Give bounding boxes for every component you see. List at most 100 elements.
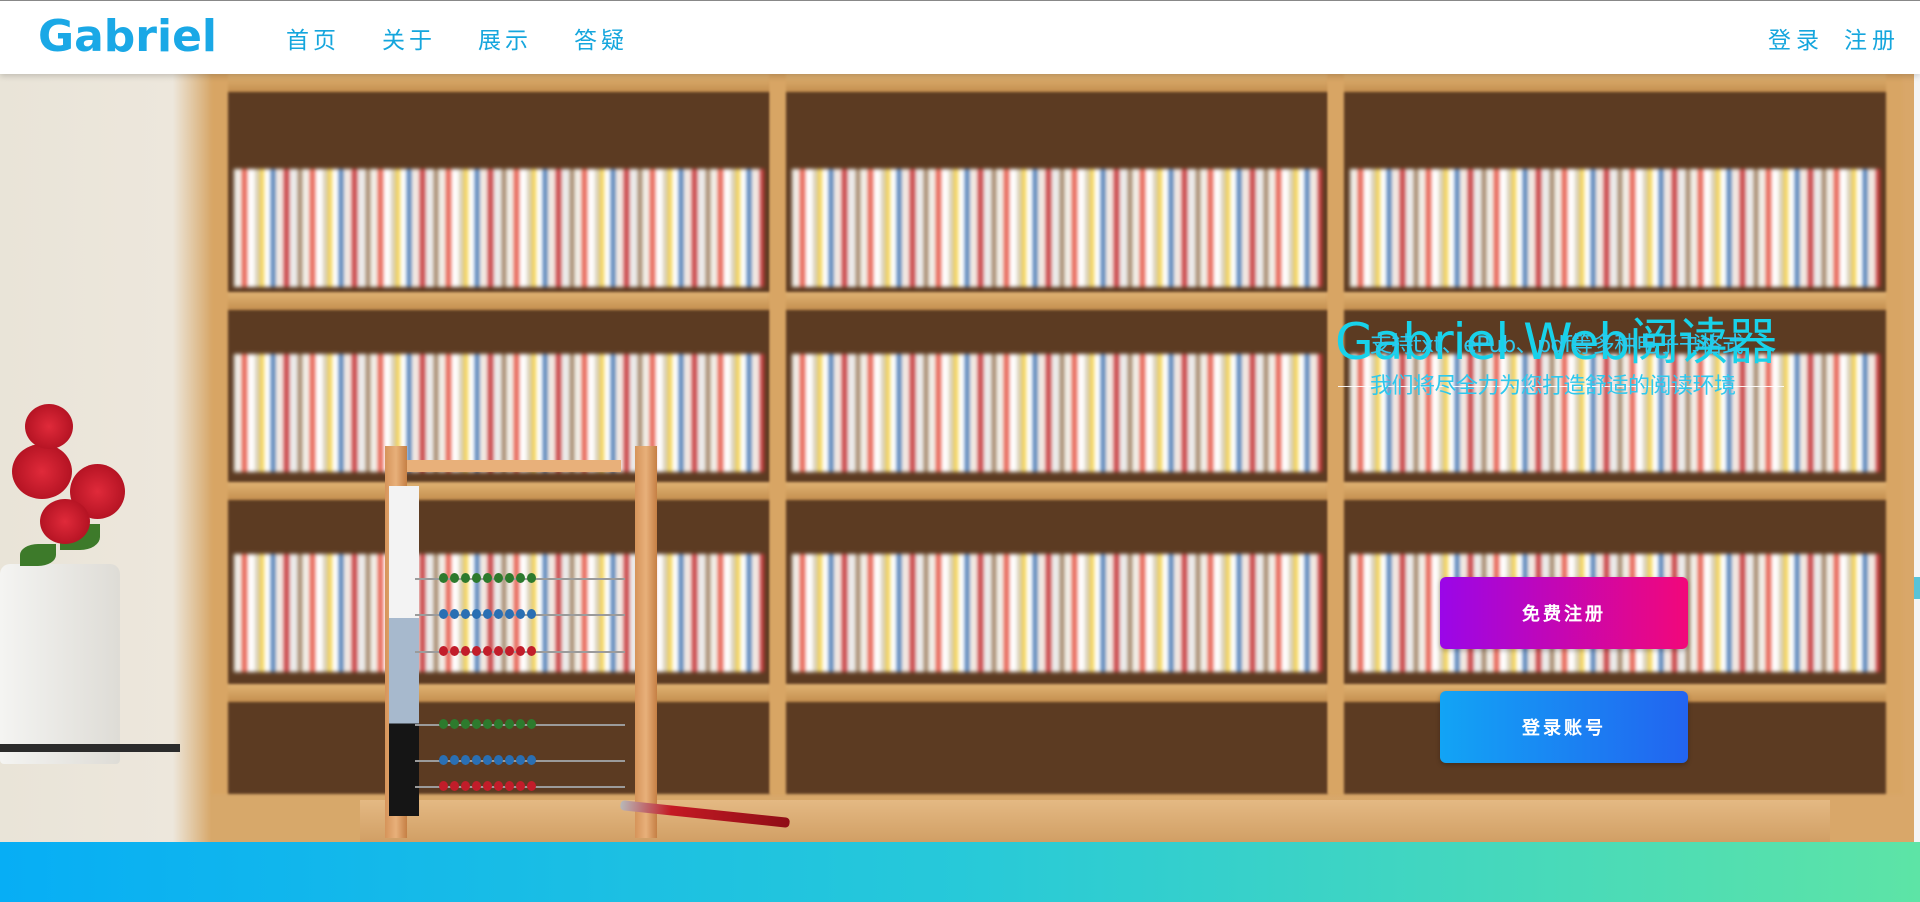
hero-subtitle-line1: 支持txt、ePub、pdf等多种电子书格式: [1370, 333, 1744, 358]
bookshelf-middle: [770, 74, 1344, 794]
shelf-board: [786, 292, 1328, 310]
abacus-top-bar: [407, 460, 621, 472]
bead: [505, 609, 514, 619]
bead: [483, 719, 492, 729]
bead: [527, 609, 536, 619]
bead: [450, 609, 459, 619]
bead: [439, 719, 448, 729]
bead-row: [415, 609, 625, 619]
bead: [439, 755, 448, 765]
rose: [12, 444, 72, 499]
shelf-board: [228, 74, 770, 92]
shelf-board: [786, 684, 1328, 702]
bead: [516, 646, 525, 656]
shelf-board: [1344, 482, 1886, 500]
login-account-button[interactable]: 登录账号: [1440, 691, 1688, 763]
nav-showcase-link[interactable]: 展示: [478, 21, 532, 55]
bead: [461, 781, 470, 791]
bead: [516, 573, 525, 583]
bead: [483, 609, 492, 619]
bead: [516, 781, 525, 791]
bead-row: [415, 781, 625, 791]
bead: [461, 609, 470, 619]
bead: [450, 573, 459, 583]
bead: [527, 646, 536, 656]
bead: [494, 573, 503, 583]
bead: [472, 719, 481, 729]
side-table: [0, 744, 180, 842]
auth-links: 登录 注册: [1768, 21, 1900, 55]
bead-row: [415, 646, 625, 656]
bead: [505, 646, 514, 656]
bead: [450, 719, 459, 729]
plant-decoration: [0, 174, 180, 764]
bead: [527, 573, 536, 583]
hero-subtitle-line2: 我们将尽全力为您打造舒适的阅读环境: [1370, 374, 1736, 399]
bead: [505, 573, 514, 583]
bead: [516, 755, 525, 765]
leaf: [20, 544, 56, 566]
bead: [472, 755, 481, 765]
bead: [494, 719, 503, 729]
scrollbar[interactable]: [1914, 74, 1920, 842]
bead: [483, 573, 492, 583]
bead: [516, 609, 525, 619]
rose: [40, 499, 90, 544]
login-link[interactable]: 登录: [1768, 21, 1824, 55]
books-row: [792, 554, 1322, 672]
bead: [439, 573, 448, 583]
bead: [527, 719, 536, 729]
bead: [461, 719, 470, 729]
books-row: [792, 169, 1322, 287]
free-register-button[interactable]: 免费注册: [1440, 577, 1688, 649]
bead: [450, 781, 459, 791]
bead: [494, 609, 503, 619]
nav-faq-link[interactable]: 答疑: [574, 21, 628, 55]
top-navbar: Gabriel 首页 关于 展示 答疑 登录 注册: [0, 1, 1920, 74]
bead: [527, 755, 536, 765]
register-link[interactable]: 注册: [1844, 21, 1900, 55]
bead: [461, 573, 470, 583]
bead: [450, 646, 459, 656]
bead: [472, 573, 481, 583]
bead: [472, 646, 481, 656]
main-nav: 首页 关于 展示 答疑: [286, 21, 628, 55]
hero-section: Gabriel Web阅读器 支持txt、ePub、pdf等多种电子书格式 我们…: [0, 74, 1920, 842]
scrollbar-thumb[interactable]: [1914, 577, 1920, 599]
bead-row: [415, 755, 625, 765]
bead: [439, 781, 448, 791]
shelf-board: [786, 74, 1328, 92]
bead: [505, 755, 514, 765]
bead: [505, 781, 514, 791]
bead-row: [415, 719, 625, 729]
rose: [25, 404, 73, 449]
bead: [483, 755, 492, 765]
books-row: [1350, 169, 1880, 287]
bead: [483, 781, 492, 791]
nav-home-link[interactable]: 首页: [286, 21, 340, 55]
bottom-gradient-band: [0, 842, 1920, 902]
bead: [494, 755, 503, 765]
bead: [472, 781, 481, 791]
bead: [516, 719, 525, 729]
flowers: [0, 404, 150, 604]
bead: [483, 646, 492, 656]
books-row: [792, 354, 1322, 472]
brand-logo[interactable]: Gabriel: [38, 11, 217, 62]
abacus: [385, 446, 665, 838]
bead: [439, 609, 448, 619]
bookshelf-right: [1328, 74, 1902, 794]
shelf-board: [786, 482, 1328, 500]
bead: [461, 646, 470, 656]
bead: [527, 781, 536, 791]
nav-about-link[interactable]: 关于: [382, 21, 436, 55]
bead: [450, 755, 459, 765]
books-row: [234, 169, 764, 287]
shelf-board: [228, 292, 770, 310]
bead: [439, 646, 448, 656]
bead: [505, 719, 514, 729]
bead: [494, 781, 503, 791]
bead: [461, 755, 470, 765]
shelf-board: [1344, 74, 1886, 92]
page: Gabriel 首页 关于 展示 答疑 登录 注册 Gabriel Web阅读器…: [0, 0, 1920, 902]
